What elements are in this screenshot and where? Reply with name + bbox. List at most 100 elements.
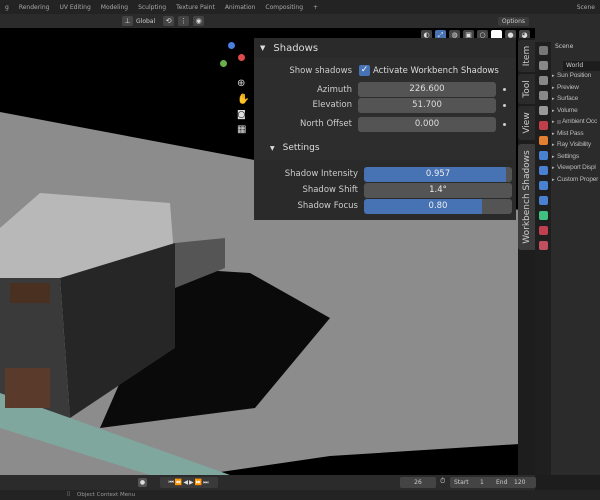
start-field[interactable]: 1 [480, 477, 484, 488]
elevation-label: Elevation [312, 100, 352, 110]
mouse-icon: ▯ [67, 491, 71, 497]
scene-breadcrumb[interactable]: Scene [555, 43, 573, 50]
start-label: Start [454, 479, 469, 486]
snap-icon[interactable]: ⋮ [178, 16, 190, 26]
sidebar-tab-tool[interactable]: Tool [518, 74, 535, 104]
zoom-icon[interactable]: ⊕ [237, 78, 245, 89]
stopwatch-icon[interactable]: ⏱ [440, 477, 445, 486]
playback-controls[interactable]: ⏮⏪◀▶⏩⏭ [160, 477, 218, 488]
status-bar: ▯ Object Context Menu [0, 490, 600, 500]
modifier-icon[interactable] [538, 151, 548, 160]
tab-sculpting[interactable]: Sculpting [133, 4, 171, 11]
section-viewport-display[interactable]: ▸ Viewport Displ [552, 164, 600, 176]
object-icon[interactable] [538, 136, 548, 145]
expand-arrow-icon: ▸ [552, 84, 555, 91]
shadows-panel-header[interactable]: ▼ Shadows [254, 38, 516, 58]
nav-gizmo[interactable] [218, 42, 246, 70]
elevation-field[interactable]: 51.700 [358, 98, 496, 113]
section-ray-visibility[interactable]: ▸ Ray Visibility [552, 141, 600, 153]
orientation-dropdown[interactable]: Global [136, 18, 155, 25]
section-mist-pass[interactable]: ▸ Mist Pass [552, 130, 600, 142]
tab-modeling[interactable]: Modeling [96, 4, 133, 11]
transform-orientation-icon: ⊥ [122, 16, 133, 26]
shadow-intensity-slider[interactable]: 0.957 [364, 167, 512, 182]
data-icon[interactable] [538, 211, 548, 220]
azimuth-field[interactable]: 226.600 [358, 82, 496, 97]
panel-title: Shadows [273, 42, 319, 54]
tab-texture-paint[interactable]: Texture Paint [171, 4, 220, 11]
section-surface[interactable]: ▸ Surface [552, 95, 600, 107]
particles-icon[interactable] [538, 166, 548, 175]
constraints-icon[interactable] [538, 196, 548, 205]
view-layer-icon[interactable] [538, 91, 548, 100]
pivot-icon[interactable]: ⟲ [163, 16, 175, 26]
expand-arrow-icon: ▸ [552, 96, 555, 102]
settings-title: Settings [282, 143, 320, 153]
keyframe-dot-icon[interactable] [503, 104, 506, 107]
pan-hand-icon[interactable]: ✋ [237, 94, 249, 105]
shadow-shift-slider[interactable]: 1.4° [364, 183, 512, 198]
shadows-panel: ▼ Shadows Show shadows ✓ Activate Workben… [254, 38, 516, 220]
material-icon[interactable] [538, 226, 548, 235]
activate-shadows-checkbox[interactable]: ✓ [359, 65, 370, 76]
grid-icon[interactable]: ▦ [237, 124, 246, 135]
world-sections: ▸ Sun Position ▸ Preview ▸ Surface ▸ Volume … [552, 72, 600, 187]
section-sun-position[interactable]: ▸ Sun Position [552, 72, 600, 84]
tab-compositing[interactable]: Compositing [260, 4, 308, 11]
tab-uv-editing[interactable]: UV Editing [54, 4, 95, 11]
scene-label: Scene [576, 3, 595, 11]
texture-icon[interactable] [538, 241, 548, 250]
current-frame-field[interactable]: 26 [400, 477, 436, 488]
settings-subpanel-header[interactable]: ▼ Settings [270, 143, 320, 153]
add-workspace-button[interactable]: + [308, 4, 323, 11]
azimuth-label: Azimuth [316, 85, 352, 95]
record-button[interactable]: ● [138, 478, 147, 487]
status-hint: Object Context Menu [77, 492, 136, 498]
section-ambient-occlusion[interactable]: ▸ Ambient Occ [552, 118, 600, 130]
world-icon[interactable] [538, 121, 548, 130]
keyframe-dot-icon[interactable] [503, 88, 506, 91]
shadow-focus-label: Shadow Focus [297, 201, 358, 211]
north-offset-field[interactable]: 0.000 [358, 117, 496, 132]
sidebar-tabs: Item Tool View Workbench Shadows [518, 38, 535, 475]
sidebar-tab-view[interactable]: View [518, 106, 535, 140]
tab-rendering[interactable]: Rendering [14, 4, 55, 11]
options-dropdown[interactable]: Options [497, 16, 529, 26]
end-label: End [496, 479, 508, 486]
output-icon[interactable] [538, 76, 548, 85]
scene-icon[interactable] [538, 106, 548, 115]
expand-arrow-icon: ▸ [552, 130, 555, 137]
section-preview[interactable]: ▸ Preview [552, 84, 600, 96]
tab-partial[interactable]: g [0, 4, 14, 11]
expand-arrow-icon: ▸ [552, 176, 555, 183]
section-custom-properties[interactable]: ▸ Custom Proper [552, 176, 600, 188]
section-settings[interactable]: ▸ Settings [552, 153, 600, 165]
tab-animation[interactable]: Animation [220, 4, 261, 11]
sidebar-tab-item[interactable]: Item [518, 40, 535, 72]
render-icon[interactable] [538, 61, 548, 70]
expand-arrow-icon: ▸ [552, 73, 555, 79]
properties-tab-icons [535, 42, 551, 475]
expand-arrow-icon: ▸ [552, 119, 555, 125]
expand-arrow-icon: ▸ [552, 142, 555, 148]
end-field[interactable]: 120 [514, 477, 525, 488]
shadow-shift-label: Shadow Shift [302, 185, 358, 195]
expand-arrow-icon: ▸ [552, 165, 555, 171]
physics-icon[interactable] [538, 181, 548, 190]
tool-icon[interactable] [538, 46, 548, 55]
north-offset-label: North Offset [299, 119, 352, 129]
shadow-focus-slider[interactable]: 0.80 [364, 199, 512, 214]
camera-icon[interactable]: ◙ [237, 110, 246, 120]
shadow-intensity-label: Shadow Intensity [284, 169, 358, 179]
frame-range: Start 1 End 120 [450, 477, 536, 488]
show-shadows-label: Show shadows [289, 66, 352, 76]
collapse-arrow-icon: ▼ [260, 44, 266, 52]
section-volume[interactable]: ▸ Volume [552, 107, 600, 119]
workspace-tabs: g Rendering UV Editing Modeling Sculptin… [0, 0, 600, 14]
proportional-edit-icon[interactable]: ◉ [193, 16, 205, 26]
sidebar-tab-workbench-shadows[interactable]: Workbench Shadows [518, 144, 535, 250]
keyframe-dot-icon[interactable] [503, 123, 506, 126]
expand-arrow-icon: ▸ [552, 107, 555, 114]
world-selector[interactable]: World [563, 61, 600, 71]
ambient-occlusion-checkbox[interactable] [557, 120, 561, 124]
